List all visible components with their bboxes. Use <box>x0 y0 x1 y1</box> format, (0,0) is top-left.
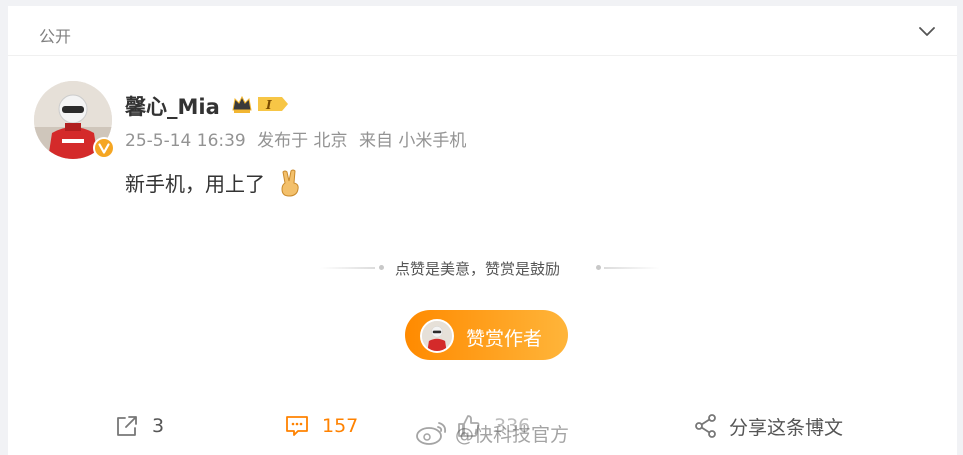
action-bar: 3 157 336 分享这条博文 <box>8 406 957 446</box>
reward-slogan-text: 点赞是美意，赞赏是鼓励 <box>395 260 561 278</box>
post-time[interactable]: 25-5-14 16:39 <box>125 131 246 151</box>
repost-count: 3 <box>152 415 165 437</box>
like-button[interactable]: 336 <box>456 406 530 446</box>
comment-button[interactable]: 157 <box>284 406 358 446</box>
comment-count: 157 <box>322 415 359 437</box>
victory-hand-icon <box>281 169 300 197</box>
reward-button-label: 赞赏作者 <box>466 328 543 350</box>
author-avatar[interactable] <box>34 81 115 159</box>
comment-icon <box>286 416 308 436</box>
post-location: 发布于 北京 <box>257 131 348 151</box>
chevron-down-icon[interactable] <box>919 25 935 37</box>
post-source: 来自 小米手机 <box>358 131 467 151</box>
like-icon <box>458 415 480 437</box>
like-count: 336 <box>494 415 531 437</box>
post-meta: 25-5-14 16:39 发布于 北京 来自 小米手机 <box>125 126 472 151</box>
verified-badge-icon <box>93 137 115 159</box>
repost-button[interactable]: 3 <box>114 406 164 446</box>
share-icon <box>695 414 716 438</box>
reward-author-button[interactable]: 赞赏作者 <box>405 310 568 360</box>
author-name[interactable]: 馨心_Mia <box>125 91 220 121</box>
post-text: 新手机，用上了 <box>125 172 265 196</box>
reward-avatar <box>420 319 454 353</box>
post-header-bar: 公开 <box>8 6 957 56</box>
post-card: 公开 馨心_Mia I 25-5-14 16:39 发布于 北京 来自 小米手机… <box>8 6 957 455</box>
vip-crown-icon[interactable]: I <box>230 92 290 116</box>
post-content: 新手机，用上了 <box>125 168 303 197</box>
svg-text:I: I <box>265 98 272 112</box>
repost-icon <box>117 416 137 436</box>
visibility-label: 公开 <box>39 27 72 46</box>
reward-slogan: 点赞是美意，赞赏是鼓励 <box>320 258 660 278</box>
share-button[interactable]: 分享这条博文 <box>693 406 843 446</box>
share-label: 分享这条博文 <box>729 416 844 439</box>
